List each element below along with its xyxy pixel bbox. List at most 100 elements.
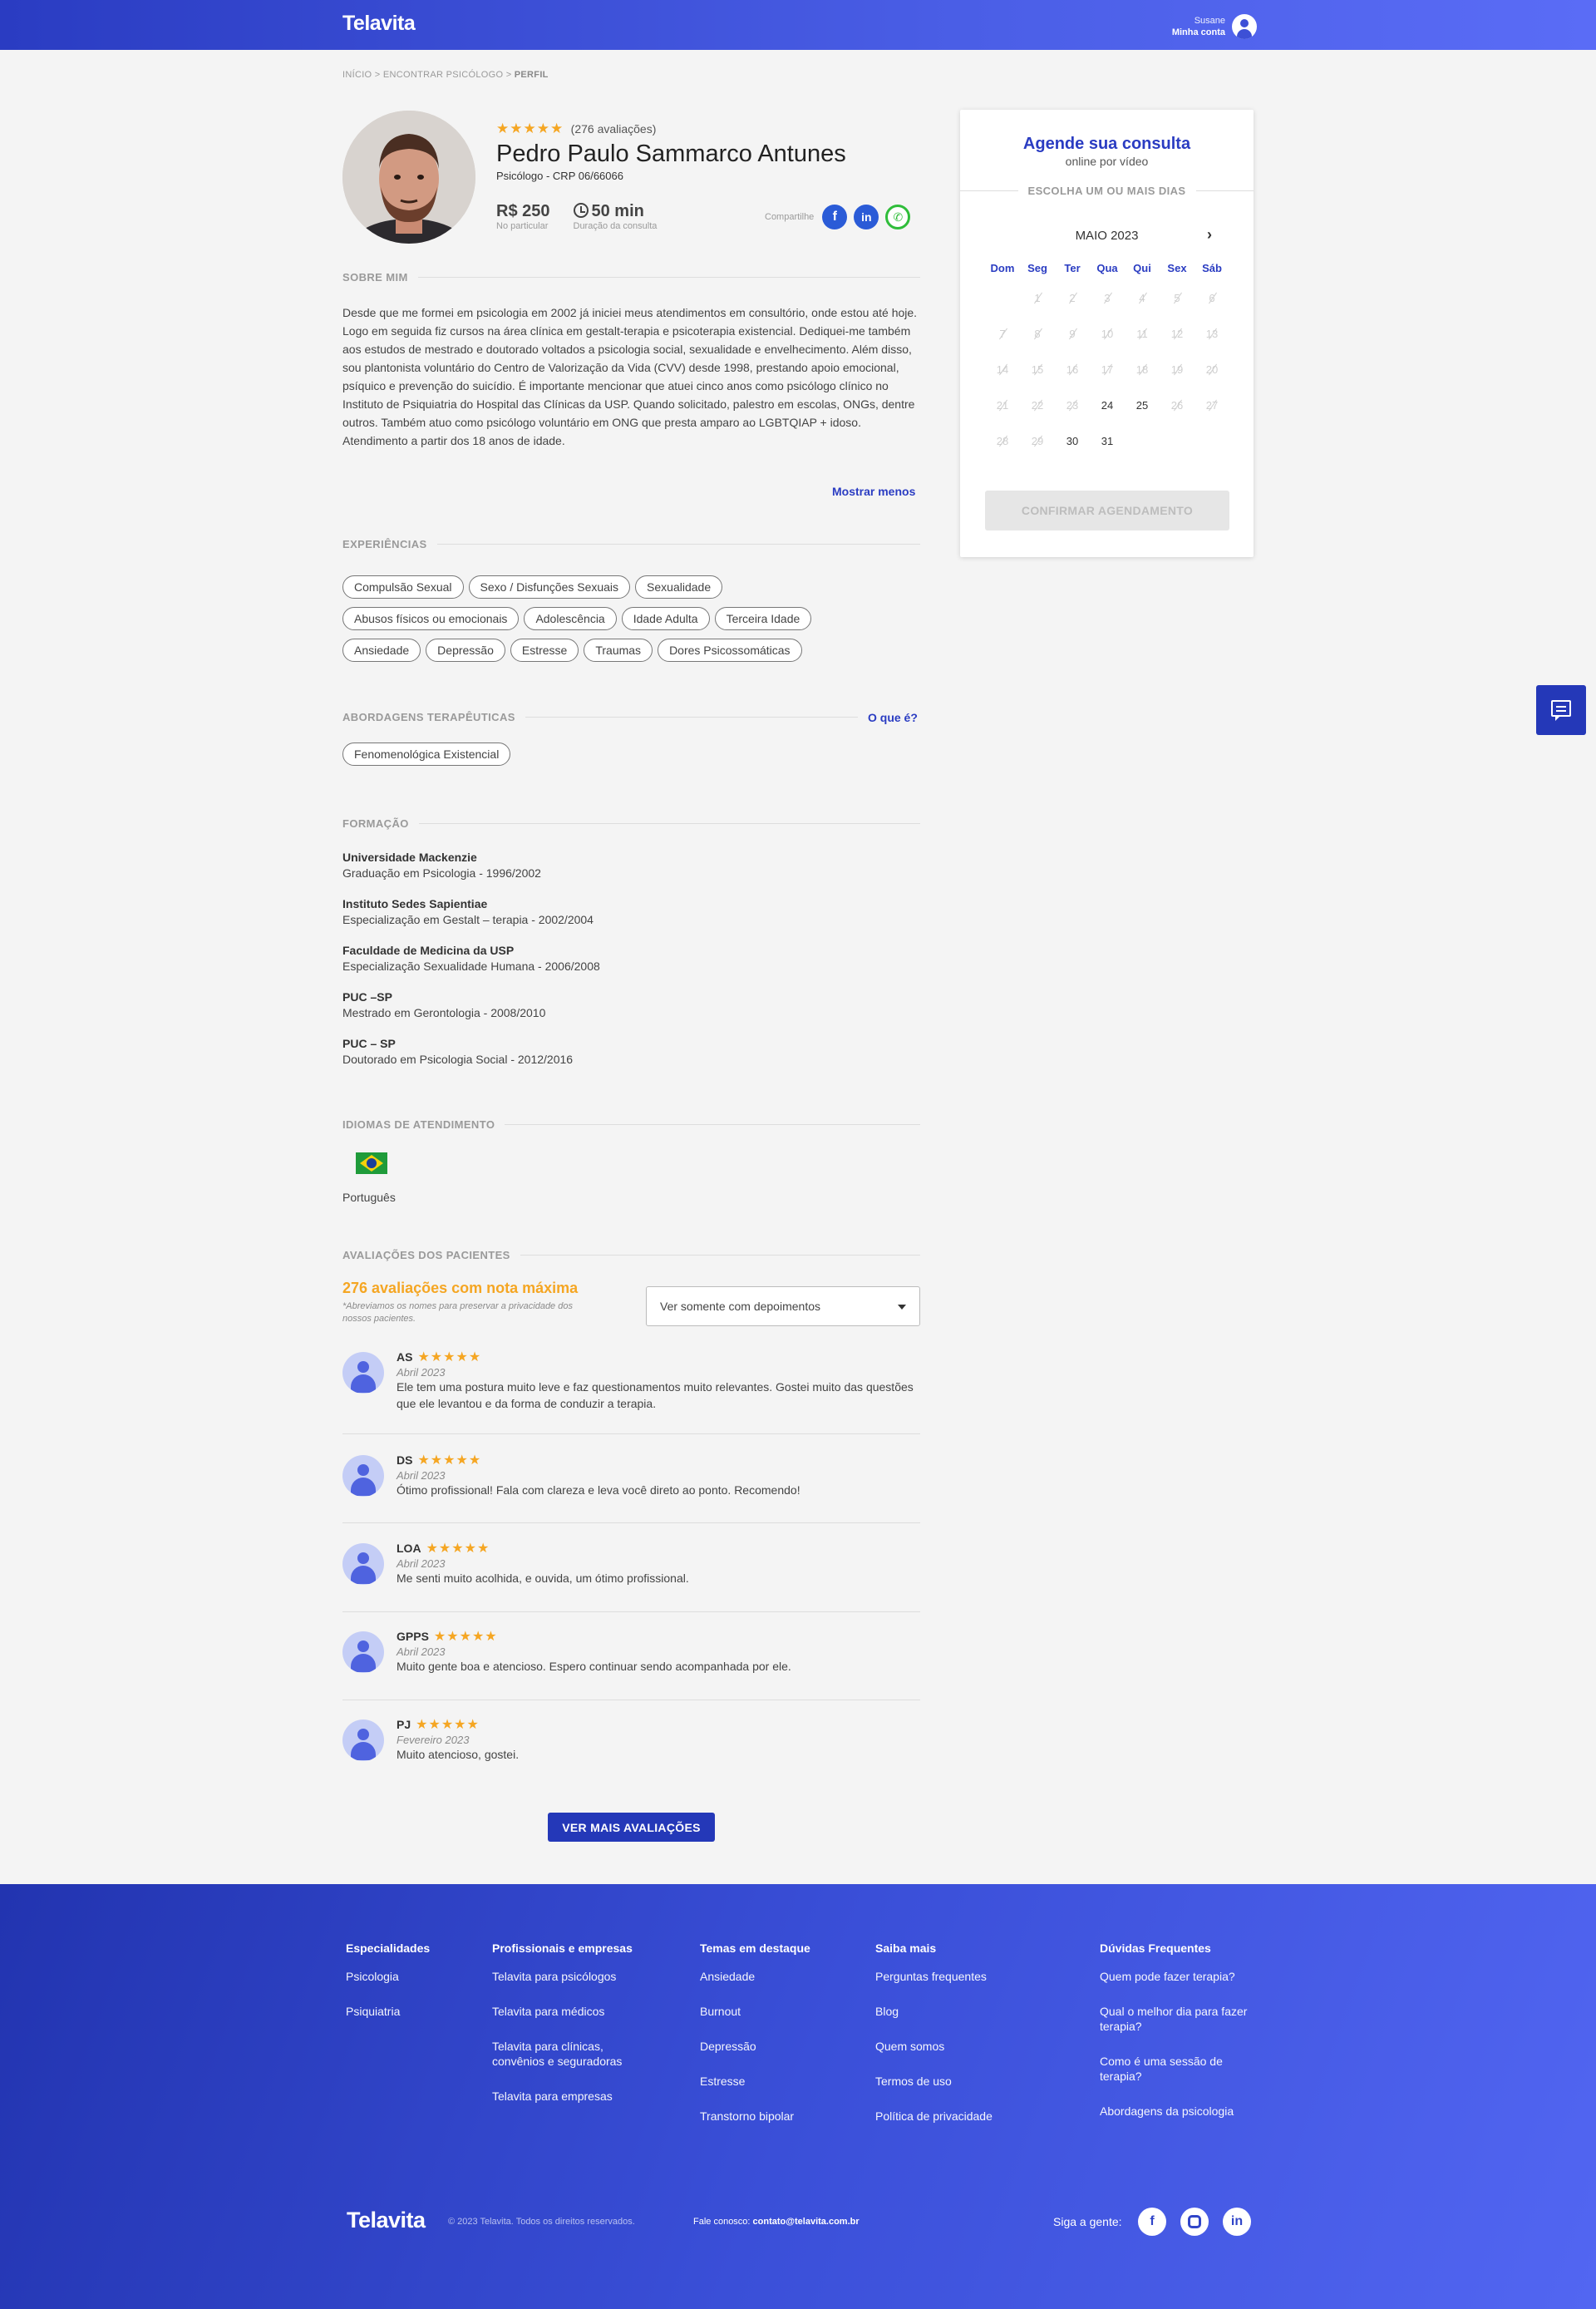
approaches-title: ABORDAGENS TERAPÊUTICAS bbox=[342, 711, 858, 723]
facebook-icon[interactable]: f bbox=[1138, 2208, 1166, 2236]
contact-email[interactable]: contato@telavita.com.br bbox=[753, 2217, 860, 2227]
linkedin-share-icon[interactable]: in bbox=[854, 205, 879, 229]
footer-logo[interactable]: Telavita bbox=[347, 2208, 426, 2233]
follow-label: Siga a gente: bbox=[1053, 2215, 1122, 2228]
booking-divider: ESCOLHA UM OU MAIS DIAS bbox=[960, 185, 1254, 197]
footer-link[interactable]: Telavita para psicólogos bbox=[492, 1969, 650, 1984]
price-duration-row: R$ 250 No particular 50 min Duração da c… bbox=[496, 202, 657, 231]
user-avatar-icon[interactable] bbox=[1232, 14, 1257, 39]
footer-link[interactable]: Termos de uso bbox=[875, 2074, 993, 2089]
review-stars: ★★★★★ bbox=[416, 1718, 480, 1732]
reviewer-name: GPPS bbox=[397, 1630, 429, 1643]
experience-tag: Compulsão Sexual bbox=[342, 575, 464, 599]
calendar-day-unavailable: 2 bbox=[1055, 280, 1090, 316]
chevron-down-icon bbox=[898, 1305, 906, 1310]
review-text: Muito gente boa e atencioso. Espero cont… bbox=[397, 1660, 791, 1673]
chat-button[interactable] bbox=[1536, 685, 1586, 735]
footer-link[interactable]: Depressão bbox=[700, 2039, 810, 2054]
whatsapp-share-icon[interactable]: ✆ bbox=[885, 205, 911, 229]
calendar-day-unavailable: 10 bbox=[1090, 316, 1125, 352]
footer-link[interactable]: Blog bbox=[875, 2004, 993, 2019]
breadcrumb-inicio[interactable]: INÍCIO bbox=[342, 70, 372, 80]
show-less-link[interactable]: Mostrar menos bbox=[832, 485, 915, 498]
footer-link[interactable]: Transtorno bipolar bbox=[700, 2109, 810, 2124]
reviewer-name: DS bbox=[397, 1453, 413, 1467]
education-item: Instituto Sedes Sapientiae Especialização… bbox=[342, 897, 594, 926]
footer-link[interactable]: Perguntas frequentes bbox=[875, 1969, 993, 1984]
calendar-day-unavailable: 8 bbox=[1020, 316, 1055, 352]
calendar-day-empty bbox=[1125, 423, 1160, 459]
calendar-day-empty bbox=[1195, 423, 1229, 459]
review-divider bbox=[342, 1611, 920, 1612]
footer-link[interactable]: Qual o melhor dia para fazer terapia? bbox=[1100, 2004, 1249, 2034]
calendar-day-unavailable: 15 bbox=[1020, 352, 1055, 387]
footer-link[interactable]: Política de privacidade bbox=[875, 2109, 993, 2124]
review-stars: ★★★★★ bbox=[417, 1453, 482, 1468]
chevron-right-icon[interactable]: › bbox=[1207, 226, 1212, 244]
reviews-filter-select[interactable]: Ver somente com depoimentos bbox=[646, 1286, 920, 1326]
review-stars: ★★★★★ bbox=[433, 1630, 498, 1644]
clock-icon bbox=[573, 203, 589, 218]
calendar-day-unavailable: 11 bbox=[1125, 316, 1160, 352]
reviews-count[interactable]: (276 avaliações) bbox=[571, 122, 657, 136]
what-is-it-link[interactable]: O que é? bbox=[868, 711, 918, 724]
user-name: Susane bbox=[1194, 16, 1225, 26]
reviews-summary: 276 avaliações com nota máxima bbox=[342, 1280, 579, 1296]
telavita-logo[interactable]: Telavita bbox=[342, 12, 416, 36]
linkedin-icon[interactable]: in bbox=[1223, 2208, 1251, 2236]
weekday-label: Dom bbox=[990, 262, 1015, 274]
reviewer-avatar-icon bbox=[342, 1719, 384, 1761]
weekday-label: Seg bbox=[1027, 262, 1047, 274]
review-divider bbox=[342, 1433, 920, 1434]
footer-link[interactable]: Estresse bbox=[700, 2074, 810, 2089]
booking-card: Agende sua consulta online por vídeo ESC… bbox=[960, 110, 1254, 557]
calendar-day-unavailable: 22 bbox=[1020, 387, 1055, 423]
footer-link[interactable]: Quem somos bbox=[875, 2039, 993, 2054]
calendar-day-unavailable: 23 bbox=[1055, 387, 1090, 423]
experience-tag: Dores Psicossomáticas bbox=[658, 639, 802, 662]
calendar-day-unavailable: 14 bbox=[985, 352, 1020, 387]
instagram-icon[interactable] bbox=[1180, 2208, 1209, 2236]
approach-tag: Fenomenológica Existencial bbox=[342, 743, 511, 766]
experience-tag: Estresse bbox=[510, 639, 579, 662]
footer-link[interactable]: Psicologia bbox=[346, 1969, 430, 1984]
review-date: Abril 2023 bbox=[397, 1557, 446, 1570]
footer-link[interactable]: Telavita para clínicas, convênios e segu… bbox=[492, 2039, 650, 2069]
footer-link[interactable]: Telavita para médicos bbox=[492, 2004, 650, 2019]
booking-subtitle: online por vídeo bbox=[1065, 155, 1149, 168]
reviewer-name: LOA bbox=[397, 1542, 421, 1555]
calendar-day-unavailable: 13 bbox=[1195, 316, 1229, 352]
account-label[interactable]: Minha conta bbox=[1172, 27, 1225, 38]
facebook-share-icon[interactable]: f bbox=[822, 205, 848, 229]
footer-column: Saiba mais Perguntas frequentes Blog Que… bbox=[875, 1941, 993, 2124]
footer-link[interactable]: Psiquiatria bbox=[346, 2004, 430, 2019]
experience-tag: Abusos físicos ou emocionais bbox=[342, 607, 520, 630]
see-more-reviews-button[interactable]: VER MAIS AVALIAÇÕES bbox=[548, 1813, 715, 1842]
calendar-day-available[interactable]: 30 bbox=[1055, 423, 1090, 459]
profile-photo bbox=[342, 111, 475, 244]
review-text: Me senti muito acolhida, e ouvida, um ót… bbox=[397, 1571, 689, 1585]
footer-link[interactable]: Abordagens da psicologia bbox=[1100, 2104, 1249, 2119]
top-header: Telavita Susane Minha conta bbox=[0, 0, 1596, 50]
breadcrumb-encontrar-psicologo[interactable]: ENCONTRAR PSICÓLOGO bbox=[383, 70, 503, 80]
copyright: © 2023 Telavita. Todos os direitos reser… bbox=[448, 2217, 635, 2227]
footer-link[interactable]: Como é uma sessão de terapia? bbox=[1100, 2054, 1249, 2084]
footer-link[interactable]: Telavita para empresas bbox=[492, 2089, 650, 2104]
chat-icon bbox=[1551, 700, 1571, 721]
education-item: PUC –SP Mestrado em Gerontologia - 2008/2… bbox=[342, 990, 546, 1019]
footer-link[interactable]: Ansiedade bbox=[700, 1969, 810, 1984]
account-menu[interactable]: Susane Minha conta bbox=[1172, 14, 1257, 39]
calendar-day-unavailable: 3 bbox=[1090, 280, 1125, 316]
reviews-disclaimer: *Abreviamos os nomes para preservar a pr… bbox=[342, 1301, 573, 1324]
calendar-day-unavailable: 27 bbox=[1195, 387, 1229, 423]
footer-link[interactable]: Quem pode fazer terapia? bbox=[1100, 1969, 1249, 1984]
calendar-day-available[interactable]: 24 bbox=[1090, 387, 1125, 423]
calendar-day-available[interactable]: 25 bbox=[1125, 387, 1160, 423]
review-text: Ótimo profissional! Fala com clareza e l… bbox=[397, 1483, 800, 1497]
review-divider bbox=[342, 1522, 920, 1523]
footer-link[interactable]: Burnout bbox=[700, 2004, 810, 2019]
calendar-day-available[interactable]: 31 bbox=[1090, 423, 1125, 459]
footer-column: Profissionais e empresas Telavita para p… bbox=[492, 1941, 650, 2124]
confirm-booking-button[interactable]: CONFIRMAR AGENDAMENTO bbox=[985, 491, 1229, 530]
footer-column: Especialidades Psicologia Psiquiatria bbox=[346, 1941, 431, 2019]
